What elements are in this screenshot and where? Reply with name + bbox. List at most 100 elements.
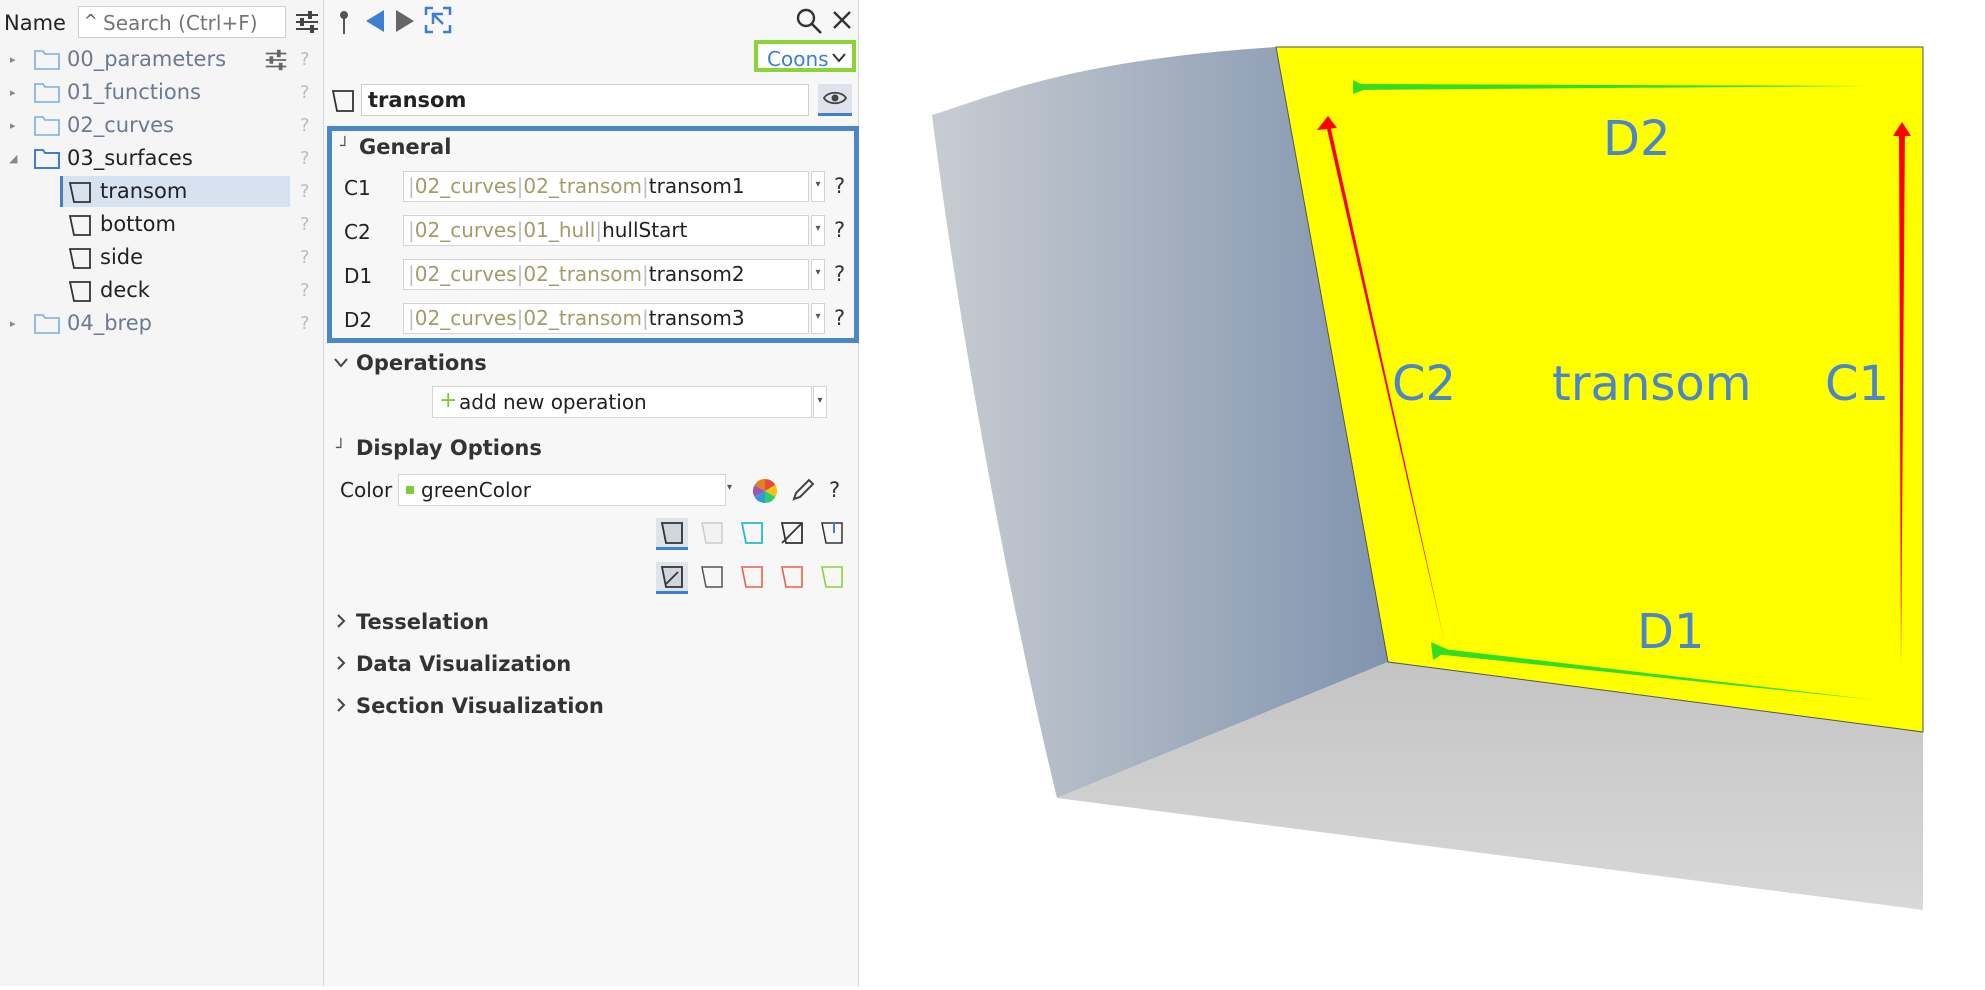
- display-red-outline-2-button[interactable]: [776, 562, 808, 594]
- path-segment: 02_curves: [414, 262, 517, 286]
- tesselation-section-title[interactable]: Tesselation: [356, 610, 489, 634]
- display-options-section-title[interactable]: Display Options: [356, 436, 542, 460]
- chevron-right-icon[interactable]: [336, 656, 346, 670]
- display-shaded-edges-button[interactable]: [656, 562, 688, 594]
- help-icon[interactable]: ?: [834, 262, 845, 286]
- forward-arrow-icon[interactable]: [394, 8, 416, 34]
- param-dropdown-button[interactable]: ▾: [811, 259, 825, 290]
- display-outline-button[interactable]: [736, 518, 768, 550]
- section-collapse-icon[interactable]: ┘: [340, 136, 350, 155]
- help-icon[interactable]: ?: [300, 247, 310, 268]
- viewport-canvas[interactable]: D2 C2 transom C1 D1: [859, 0, 1985, 986]
- path-leaf: transom1: [648, 174, 745, 198]
- expand-arrow-icon[interactable]: ▸: [10, 317, 16, 330]
- add-operation-dropdown-button[interactable]: ▾: [813, 386, 827, 418]
- display-red-outline-button[interactable]: [736, 562, 768, 594]
- help-icon[interactable]: ?: [834, 174, 845, 198]
- display-transparent-button[interactable]: [696, 518, 728, 550]
- expand-arrow-icon[interactable]: ▸: [10, 53, 16, 66]
- param-reference-field[interactable]: |02_curves|02_transom|transom3: [403, 303, 809, 334]
- param-dropdown-button[interactable]: ▾: [811, 303, 825, 334]
- tree-item-01-functions[interactable]: ▸ 01_functions ?: [0, 77, 323, 110]
- help-icon[interactable]: ?: [300, 181, 310, 202]
- color-wheel-icon[interactable]: [751, 477, 779, 505]
- pin-icon[interactable]: [334, 8, 354, 36]
- help-icon[interactable]: ?: [300, 214, 310, 235]
- visibility-toggle[interactable]: [818, 84, 852, 116]
- tree-item-side[interactable]: side ?: [0, 242, 323, 275]
- help-icon[interactable]: ?: [829, 478, 840, 502]
- color-dropdown-button[interactable]: ▾: [727, 474, 739, 506]
- red-outline-icon: [741, 566, 763, 588]
- expand-arrow-icon[interactable]: ▸: [10, 119, 16, 132]
- param-label: D2: [344, 308, 373, 332]
- close-icon[interactable]: [831, 9, 853, 31]
- pencil-icon[interactable]: [790, 477, 816, 503]
- path-segment: 02_curves: [414, 218, 517, 242]
- folder-icon: [34, 314, 60, 334]
- tree-item-deck[interactable]: deck ?: [0, 275, 323, 308]
- tree-item-transom[interactable]: transom ?: [0, 176, 323, 209]
- param-reference-field[interactable]: |02_curves|02_transom|transom1: [403, 171, 809, 202]
- tree-item-00-parameters[interactable]: ▸ 00_parameters ?: [0, 44, 323, 77]
- section-collapse-icon[interactable]: ┘: [336, 438, 346, 457]
- display-normals-button[interactable]: [816, 518, 848, 550]
- general-section-title[interactable]: General: [359, 135, 451, 159]
- tree-item-04-brep[interactable]: ▸ 04_brep ?: [0, 308, 323, 341]
- param-label: D1: [344, 264, 373, 288]
- display-edges-button[interactable]: [696, 562, 728, 594]
- tree-item-02-curves[interactable]: ▸ 02_curves ?: [0, 110, 323, 143]
- param-reference-field[interactable]: |02_curves|01_hull|hullStart: [403, 215, 809, 246]
- expand-arrow-icon[interactable]: ▸: [10, 86, 16, 99]
- search-icon[interactable]: [795, 7, 823, 35]
- search-box[interactable]: ^: [78, 6, 286, 38]
- path-segment: 02_transom: [523, 262, 642, 286]
- back-arrow-icon[interactable]: [364, 8, 386, 34]
- select-in-view-icon[interactable]: [424, 6, 452, 34]
- help-icon[interactable]: ?: [300, 313, 310, 334]
- label-transom: transom: [1552, 356, 1752, 412]
- tree-item-bottom[interactable]: bottom ?: [0, 209, 323, 242]
- surface-icon: [68, 248, 91, 269]
- param-row-d1: D1 |02_curves|02_transom|transom2 ▾ ?: [332, 257, 854, 293]
- param-label: C2: [344, 220, 371, 244]
- tree-item-label: transom: [100, 179, 188, 203]
- filter-sliders-icon[interactable]: [293, 8, 321, 36]
- tree-item-label: 01_functions: [67, 80, 201, 104]
- add-operation-dropdown[interactable]: + add new operation: [432, 386, 812, 418]
- surface-icon: [68, 281, 91, 302]
- help-icon[interactable]: ?: [300, 280, 310, 301]
- chevron-right-icon[interactable]: [336, 698, 346, 712]
- help-icon[interactable]: ?: [300, 148, 310, 169]
- object-name-input[interactable]: transom: [361, 84, 809, 116]
- path-segment: 02_transom: [523, 306, 642, 330]
- section-visualization-section-title[interactable]: Section Visualization: [356, 694, 604, 718]
- tree-item-label: 00_parameters: [67, 47, 227, 71]
- tree-item-03-surfaces[interactable]: ◢ 03_surfaces ?: [0, 143, 323, 176]
- param-dropdown-button[interactable]: ▾: [811, 215, 825, 246]
- display-wireframe-button[interactable]: [776, 518, 808, 550]
- transparent-surface-icon: [701, 522, 723, 544]
- param-reference-field[interactable]: |02_curves|02_transom|transom2: [403, 259, 809, 290]
- help-icon[interactable]: ?: [834, 218, 845, 242]
- help-icon[interactable]: ?: [834, 306, 845, 330]
- chevron-down-icon[interactable]: [334, 357, 348, 369]
- sort-caret-icon[interactable]: ^: [84, 11, 97, 30]
- plus-icon: +: [439, 388, 458, 413]
- 3d-viewport[interactable]: D2 C2 transom C1 D1: [859, 0, 1985, 986]
- operations-section-title[interactable]: Operations: [356, 351, 487, 375]
- display-shaded-button[interactable]: [656, 518, 688, 550]
- help-icon[interactable]: ?: [300, 115, 310, 136]
- color-select[interactable]: greenColor: [398, 474, 726, 506]
- data-visualization-section-title[interactable]: Data Visualization: [356, 652, 571, 676]
- help-icon[interactable]: ?: [300, 82, 310, 103]
- collapse-arrow-icon[interactable]: ◢: [9, 152, 17, 165]
- display-green-outline-button[interactable]: [816, 562, 848, 594]
- search-input[interactable]: [101, 10, 285, 36]
- param-dropdown-button[interactable]: ▾: [811, 171, 825, 202]
- chevron-right-icon[interactable]: [336, 614, 346, 628]
- sliders-icon[interactable]: [263, 47, 289, 73]
- help-icon[interactable]: ?: [300, 49, 310, 70]
- name-column-header[interactable]: Name: [4, 11, 66, 35]
- type-selector-dropdown[interactable]: Coons: [754, 40, 856, 72]
